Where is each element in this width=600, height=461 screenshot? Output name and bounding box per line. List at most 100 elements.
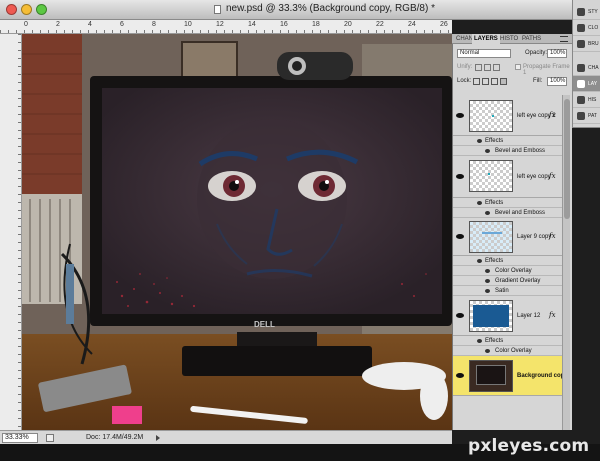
document-canvas[interactable]: DELL bbox=[22, 34, 452, 430]
lock-label: Lock: bbox=[457, 78, 472, 84]
ruler-number: 16 bbox=[280, 21, 288, 28]
unify-visibility-icon[interactable] bbox=[484, 64, 491, 71]
effect-row[interactable]: Bevel and Emboss bbox=[453, 208, 563, 218]
unify-row: Unify: Propagate Frame 1 bbox=[453, 62, 572, 76]
layer-row[interactable]: left eye copy fx bbox=[453, 156, 563, 198]
effect-eye-icon[interactable] bbox=[485, 211, 490, 215]
visibility-eye-icon[interactable] bbox=[456, 113, 464, 118]
status-bar: 33.33% Doc: 17.4M/49.2M bbox=[0, 430, 452, 444]
effect-eye-icon[interactable] bbox=[477, 139, 482, 143]
opacity-field[interactable]: 100% bbox=[547, 49, 567, 58]
svg-text:DELL: DELL bbox=[254, 320, 275, 329]
minimize-window-button[interactable] bbox=[21, 4, 32, 15]
close-window-button[interactable] bbox=[6, 4, 17, 15]
effect-name: Satin bbox=[495, 288, 509, 294]
layer-row-selected[interactable]: Background copy bbox=[453, 356, 568, 396]
effect-row[interactable]: Satin bbox=[453, 286, 563, 296]
channels-icon bbox=[577, 64, 585, 72]
lock-position-icon[interactable] bbox=[491, 78, 498, 85]
visibility-eye-icon[interactable] bbox=[456, 234, 464, 239]
dock-item-paths[interactable]: PAT bbox=[573, 108, 600, 124]
vertical-ruler[interactable] bbox=[0, 34, 22, 430]
layer-thumbnail bbox=[469, 100, 513, 132]
scrollbar-thumb[interactable] bbox=[564, 99, 570, 219]
effect-name: Color Overlay bbox=[495, 268, 532, 274]
layer-name[interactable]: Layer 12 bbox=[517, 313, 540, 319]
effects-row[interactable]: Effects bbox=[453, 198, 563, 208]
zoom-level-field[interactable]: 33.33% bbox=[2, 433, 38, 443]
status-arrow-icon[interactable] bbox=[150, 434, 160, 442]
layer-row[interactable]: Layer 9 copy fx bbox=[453, 218, 563, 256]
layer-name[interactable]: Layer 9 copy bbox=[517, 234, 551, 240]
status-menu-icon[interactable] bbox=[46, 434, 54, 442]
unify-style-icon[interactable] bbox=[493, 64, 500, 71]
effect-eye-icon[interactable] bbox=[485, 269, 490, 273]
fx-icon[interactable]: fx bbox=[549, 172, 556, 180]
layer-row[interactable]: left eye copy 2 fx bbox=[453, 96, 563, 136]
visibility-eye-icon[interactable] bbox=[456, 373, 464, 378]
effect-row[interactable]: Gradient Overlay bbox=[453, 276, 563, 286]
layer-thumbnail bbox=[469, 160, 513, 192]
effect-eye-icon[interactable] bbox=[477, 201, 482, 205]
tab-history[interactable]: HISTO bbox=[498, 34, 520, 44]
layers-scrollbar[interactable] bbox=[562, 95, 570, 430]
dock-item-clone[interactable]: CLO bbox=[573, 20, 600, 36]
layer-name[interactable]: Background copy bbox=[517, 373, 568, 379]
blend-opacity-row: Normal Opacity: 100% bbox=[453, 48, 572, 60]
effect-row[interactable]: Color Overlay bbox=[453, 266, 563, 276]
document-size-info[interactable]: Doc: 17.4M/49.2M bbox=[86, 433, 143, 443]
effect-row[interactable]: Bevel and Emboss bbox=[453, 146, 563, 156]
lock-all-icon[interactable] bbox=[500, 78, 507, 85]
dock-item-layers[interactable]: LAY bbox=[573, 76, 600, 92]
dock-empty-area bbox=[572, 128, 600, 430]
fx-icon[interactable]: fx bbox=[549, 111, 556, 119]
dock-label: HIS bbox=[588, 97, 597, 103]
effects-row[interactable]: Effects bbox=[453, 136, 563, 146]
effect-row[interactable]: Color Overlay bbox=[453, 346, 563, 356]
thumbnail-mark bbox=[488, 173, 490, 175]
fx-icon[interactable]: fx bbox=[549, 311, 556, 319]
effect-eye-icon[interactable] bbox=[485, 289, 490, 293]
visibility-eye-icon[interactable] bbox=[456, 174, 464, 179]
dock-label: BRU bbox=[588, 41, 599, 47]
effect-name: Bevel and Emboss bbox=[495, 148, 546, 154]
dock-item-channels[interactable]: CHA bbox=[573, 60, 600, 76]
effects-label: Effects bbox=[485, 258, 504, 264]
zoom-window-button[interactable] bbox=[36, 4, 47, 15]
fx-icon[interactable]: fx bbox=[549, 232, 556, 240]
dock-item-styles[interactable]: STY bbox=[573, 4, 600, 20]
fill-field[interactable]: 100% bbox=[547, 77, 567, 86]
effects-row[interactable]: Effects bbox=[453, 256, 563, 266]
ruler-number: 10 bbox=[184, 21, 192, 28]
thumbnail-mark bbox=[473, 305, 509, 327]
tab-layers[interactable]: LAYERS bbox=[472, 34, 500, 44]
layer-thumbnail bbox=[469, 360, 513, 392]
effect-eye-icon[interactable] bbox=[485, 149, 490, 153]
visibility-eye-icon[interactable] bbox=[456, 313, 464, 318]
blend-mode-select[interactable]: Normal bbox=[457, 49, 511, 58]
horizontal-ruler[interactable]: 0 2 4 6 8 10 12 14 16 18 20 22 24 26 bbox=[0, 20, 452, 34]
layer-row[interactable]: Layer 12 fx bbox=[453, 296, 563, 336]
propagate-checkbox[interactable] bbox=[515, 64, 521, 70]
lock-pixels-icon[interactable] bbox=[482, 78, 489, 85]
styles-icon bbox=[577, 8, 585, 16]
ruler-number: 24 bbox=[408, 21, 416, 28]
title-bar[interactable]: new.psd @ 33.3% (Background copy, RGB/8)… bbox=[0, 0, 572, 20]
effect-eye-icon[interactable] bbox=[485, 279, 490, 283]
effects-row[interactable]: Effects bbox=[453, 336, 563, 346]
dock-item-history[interactable]: HIS bbox=[573, 92, 600, 108]
panel-tab-bar: CHAN LAYERS HISTO PATHS bbox=[452, 34, 572, 44]
dock-item-brushes[interactable]: BRU bbox=[573, 36, 600, 52]
dock-label: CHA bbox=[588, 65, 599, 71]
panel-menu-icon[interactable] bbox=[560, 36, 568, 42]
effect-eye-icon[interactable] bbox=[477, 259, 482, 263]
effect-eye-icon[interactable] bbox=[485, 349, 490, 353]
ruler-number: 0 bbox=[24, 21, 28, 28]
effect-eye-icon[interactable] bbox=[477, 339, 482, 343]
unify-position-icon[interactable] bbox=[475, 64, 482, 71]
dock-label: CLO bbox=[588, 25, 599, 31]
tab-paths[interactable]: PATHS bbox=[520, 34, 543, 44]
layer-name[interactable]: left eye copy bbox=[517, 174, 551, 180]
lock-transparent-icon[interactable] bbox=[473, 78, 480, 85]
effect-name: Bevel and Emboss bbox=[495, 210, 546, 216]
